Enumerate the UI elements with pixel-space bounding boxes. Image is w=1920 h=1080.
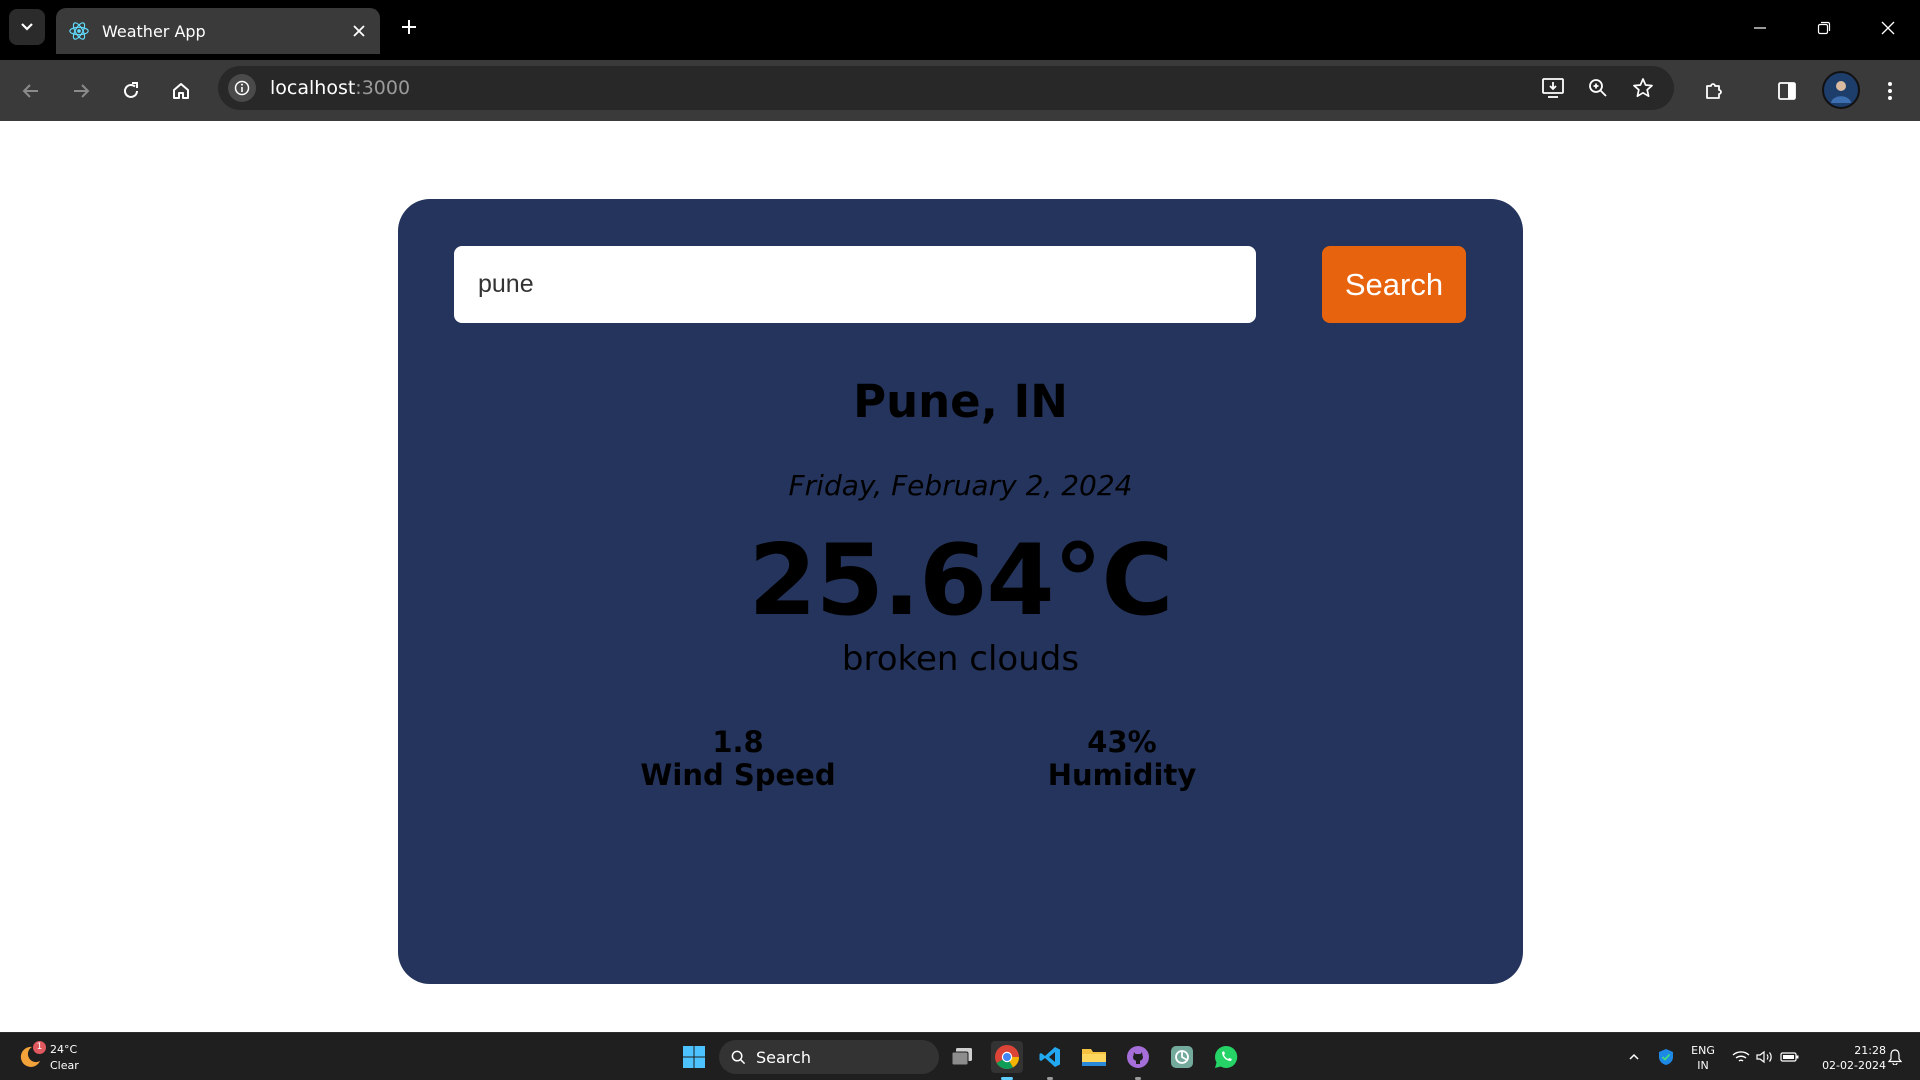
profile-avatar[interactable] [1822,71,1860,109]
plus-icon [402,20,416,34]
system-clock[interactable]: 21:28 02-02-2024 [1806,1043,1886,1073]
weather-widget-temp: 24°C [50,1043,78,1056]
browser-tab[interactable]: Weather App [56,8,380,54]
windows-taskbar: 1 24°C Clear Search ENG IN 21:28 02-02-2… [0,1032,1920,1080]
notification-bell-icon[interactable] [1884,1033,1906,1080]
close-icon [1881,21,1895,35]
tab-close-icon[interactable] [348,20,370,42]
wifi-icon[interactable] [1730,1033,1752,1080]
taskbar-search-label: Search [756,1047,811,1067]
taskbar-search[interactable]: Search [719,1040,939,1074]
city-name: Pune, IN [853,375,1068,428]
forward-button[interactable] [64,74,98,108]
user-avatar-icon [1831,81,1851,103]
browser-title-bar: Weather App [0,0,1920,60]
puzzle-icon [1706,83,1722,99]
task-view-icon[interactable] [946,1041,978,1073]
github-icon[interactable] [1122,1041,1154,1080]
humidity-label: Humidity [1047,758,1197,792]
restore-button[interactable] [1792,0,1856,56]
more-vertical-icon [1888,82,1892,100]
clock-time: 21:28 [1854,1044,1886,1057]
url-port: :3000 [355,77,411,99]
language-indicator[interactable]: ENG IN [1688,1043,1718,1073]
chevron-down-icon [21,23,33,31]
install-app-icon[interactable] [1539,74,1567,102]
whatsapp-icon[interactable] [1210,1041,1242,1073]
tab-title: Weather App [102,21,206,41]
zoom-icon[interactable] [1584,74,1612,102]
close-window-button[interactable] [1856,0,1920,56]
side-panel-button[interactable] [1770,74,1804,108]
vscode-icon[interactable] [1034,1041,1066,1080]
wind-speed-stat: 1.8 Wind Speed [638,726,838,792]
weather-widget-condition: Clear [50,1059,79,1072]
chrome-icon[interactable] [991,1041,1023,1080]
volume-icon[interactable] [1754,1033,1776,1080]
humidity-stat: 43% Humidity [1032,726,1212,792]
windows-start-icon[interactable] [678,1041,710,1073]
arrow-right-icon [74,84,90,98]
home-icon [173,83,189,99]
site-info-icon[interactable] [228,74,256,102]
clock-date: 02-02-2024 [1822,1059,1886,1072]
react-icon [69,22,89,40]
city-search-input[interactable] [454,246,1256,323]
current-date: Friday, February 2, 2024 [788,469,1133,502]
home-button[interactable] [164,74,198,108]
file-explorer-icon[interactable] [1078,1041,1110,1073]
chatgpt-icon[interactable] [1166,1041,1198,1073]
minimize-button[interactable] [1728,0,1792,56]
tab-search-button[interactable] [9,9,45,45]
notification-badge: 1 [33,1041,46,1054]
humidity-value: 43% [1087,725,1157,759]
security-shield-icon[interactable] [1654,1033,1678,1080]
extensions-button[interactable] [1697,74,1731,108]
reload-icon [124,82,138,98]
weather-widget[interactable]: 1 24°C Clear [16,1039,136,1075]
battery-icon[interactable] [1778,1033,1802,1080]
search-button[interactable]: Search [1322,246,1466,323]
restore-icon [1817,21,1831,35]
region-code: IN [1697,1059,1709,1072]
url-host: localhost [270,77,356,99]
reload-button[interactable] [114,74,148,108]
browser-menu-button[interactable] [1873,74,1907,108]
address-bar[interactable]: localhost:3000 [218,66,1674,110]
wind-speed-label: Wind Speed [640,758,836,792]
wind-speed-value: 1.8 [712,725,764,759]
web-page: Search Pune, IN Friday, February 2, 2024… [0,121,1920,1032]
bookmark-star-icon[interactable] [1629,74,1657,102]
side-panel-icon [1778,82,1796,100]
temperature: 25.64°C [748,524,1174,638]
url-text[interactable]: localhost:3000 [270,77,410,99]
weather-card: Search Pune, IN Friday, February 2, 2024… [398,199,1523,984]
back-button[interactable] [14,74,48,108]
search-icon [731,1050,746,1064]
minimize-icon [1754,27,1766,29]
arrow-left-icon [22,84,38,98]
language-code: ENG [1691,1044,1715,1057]
new-tab-button[interactable] [394,12,424,42]
chevron-up-icon[interactable] [1622,1033,1646,1080]
weather-description: broken clouds [841,639,1080,679]
browser-toolbar: localhost:3000 [0,60,1920,121]
